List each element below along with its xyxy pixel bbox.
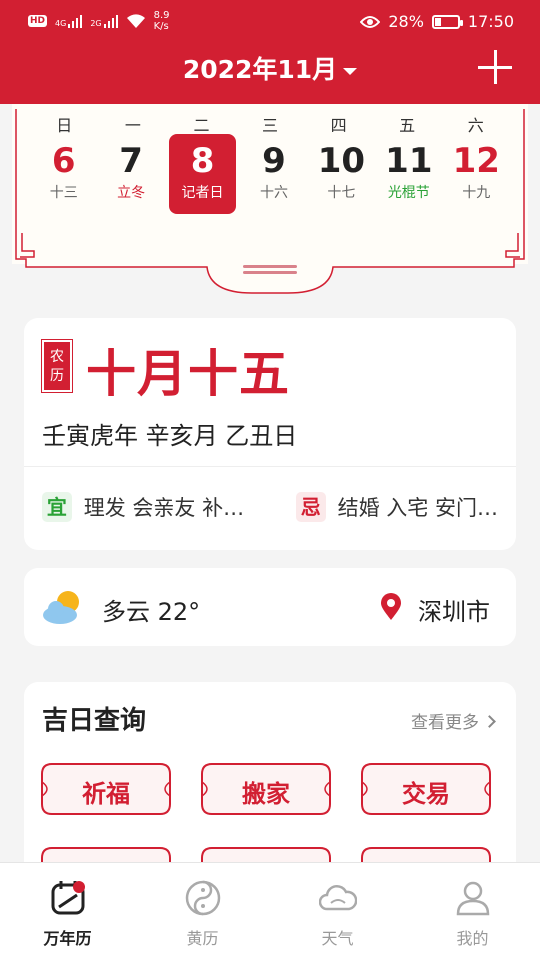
day-cell[interactable]: 9 十六 (240, 134, 307, 214)
add-button[interactable] (478, 50, 512, 84)
week-calendar-strip: 日 一 二 三 四 五 六 6 十三 7 立冬 8 记者日 9 十六 10 十七… (12, 104, 528, 294)
see-more-link[interactable]: 查看更多 (411, 708, 496, 733)
caret-down-icon (343, 67, 358, 75)
chevron-right-icon (483, 715, 496, 728)
day-cell[interactable]: 11 光棍节 (375, 134, 442, 214)
nav-label: 黄历 (186, 929, 219, 948)
location-text: 深圳市 (418, 598, 490, 626)
month-selector[interactable]: 2022年11月 (0, 50, 540, 86)
ji-badge: 忌 (295, 492, 326, 522)
day-cell-selected[interactable]: 8 记者日 (168, 134, 237, 214)
wifi-icon (126, 14, 145, 28)
cloud-icon (318, 885, 357, 911)
lunar-date-card[interactable]: 农历 十月十五 壬寅虎年 辛亥月 乙丑日 宜 理发 会亲友 补… 忌 结婚 入宅… (24, 318, 516, 550)
weekday-label: 四 (330, 116, 347, 135)
bottom-navigation: 万年历 黄历 天气 我的 (0, 862, 540, 960)
weekday-label: 六 (467, 116, 484, 135)
eye-icon (360, 15, 381, 28)
calendar-icon (51, 881, 85, 915)
lunar-date: 十月十五 (86, 344, 290, 403)
signal-4g-icon: 4G (55, 14, 83, 28)
nav-weather[interactable]: 天气 (270, 863, 405, 960)
lucky-day-card: 吉日查询 查看更多 祈福 搬家 交易 (24, 682, 516, 899)
lucky-trade-button[interactable]: 交易 (358, 760, 494, 818)
location-pin-icon (381, 593, 401, 620)
weather-card[interactable]: 多云 22° 深圳市 (24, 568, 516, 646)
weekday-label: 一 (124, 116, 141, 135)
weekday-label: 五 (399, 116, 416, 135)
app-header: HD 4G 2G 8.9 K/s 28% 17:50 2022年11月 (0, 0, 540, 104)
user-icon (456, 881, 489, 916)
day-cell[interactable]: 12 十九 (443, 134, 510, 214)
divider (24, 466, 516, 467)
weekday-label: 二 (193, 116, 210, 135)
battery-icon (431, 14, 463, 29)
lucky-day-title: 吉日查询 (42, 706, 147, 736)
day-cell[interactable]: 6 十三 (30, 134, 97, 214)
signal-2g-icon: 2G (90, 14, 118, 28)
lucky-move-button[interactable]: 搬家 (198, 760, 334, 818)
nav-label: 天气 (321, 929, 354, 948)
day-cell[interactable]: 10 十七 (308, 134, 375, 214)
ganzhi-text: 壬寅虎年 辛亥月 乙丑日 (42, 422, 298, 450)
ji-text: 结婚 入宅 安门… (337, 496, 498, 520)
weekday-header: 日 一 二 三 四 五 六 (30, 112, 510, 136)
weather-text: 多云 22° (102, 598, 201, 626)
nav-label: 万年历 (43, 929, 92, 948)
yin-yang-icon (185, 880, 220, 916)
yi-ji-row[interactable]: 宜 理发 会亲友 补… 忌 结婚 入宅 安门… (42, 492, 498, 522)
hd-badge: HD (28, 15, 48, 27)
status-bar: HD 4G 2G 8.9 K/s 28% 17:50 (0, 0, 540, 44)
nav-almanac[interactable]: 黄历 (135, 863, 270, 960)
expand-handle[interactable] (243, 265, 297, 274)
nav-label: 我的 (456, 929, 489, 948)
lucky-pray-button[interactable]: 祈福 (38, 760, 174, 818)
weekday-label: 三 (262, 116, 279, 135)
partly-cloudy-icon (43, 591, 79, 624)
week-days: 6 十三 7 立冬 8 记者日 9 十六 10 十七 11 光棍节 12 十九 (30, 134, 510, 214)
lunar-tag: 农历 (41, 339, 73, 393)
nav-calendar[interactable]: 万年历 (0, 863, 135, 960)
network-speed: 8.9 K/s (153, 10, 170, 32)
clock: 17:50 (467, 12, 514, 31)
nav-profile[interactable]: 我的 (405, 863, 540, 960)
yi-badge: 宜 (42, 492, 72, 522)
battery-percent: 28% (388, 12, 424, 31)
day-cell[interactable]: 7 立冬 (97, 134, 164, 214)
weekday-label: 日 (56, 116, 73, 135)
yi-text: 理发 会亲友 补… (83, 496, 245, 520)
